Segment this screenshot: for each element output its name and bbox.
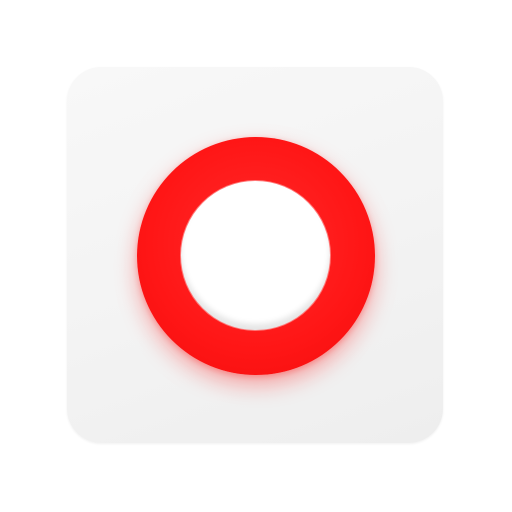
ring-center (181, 181, 330, 330)
icon-canvas (0, 0, 512, 512)
